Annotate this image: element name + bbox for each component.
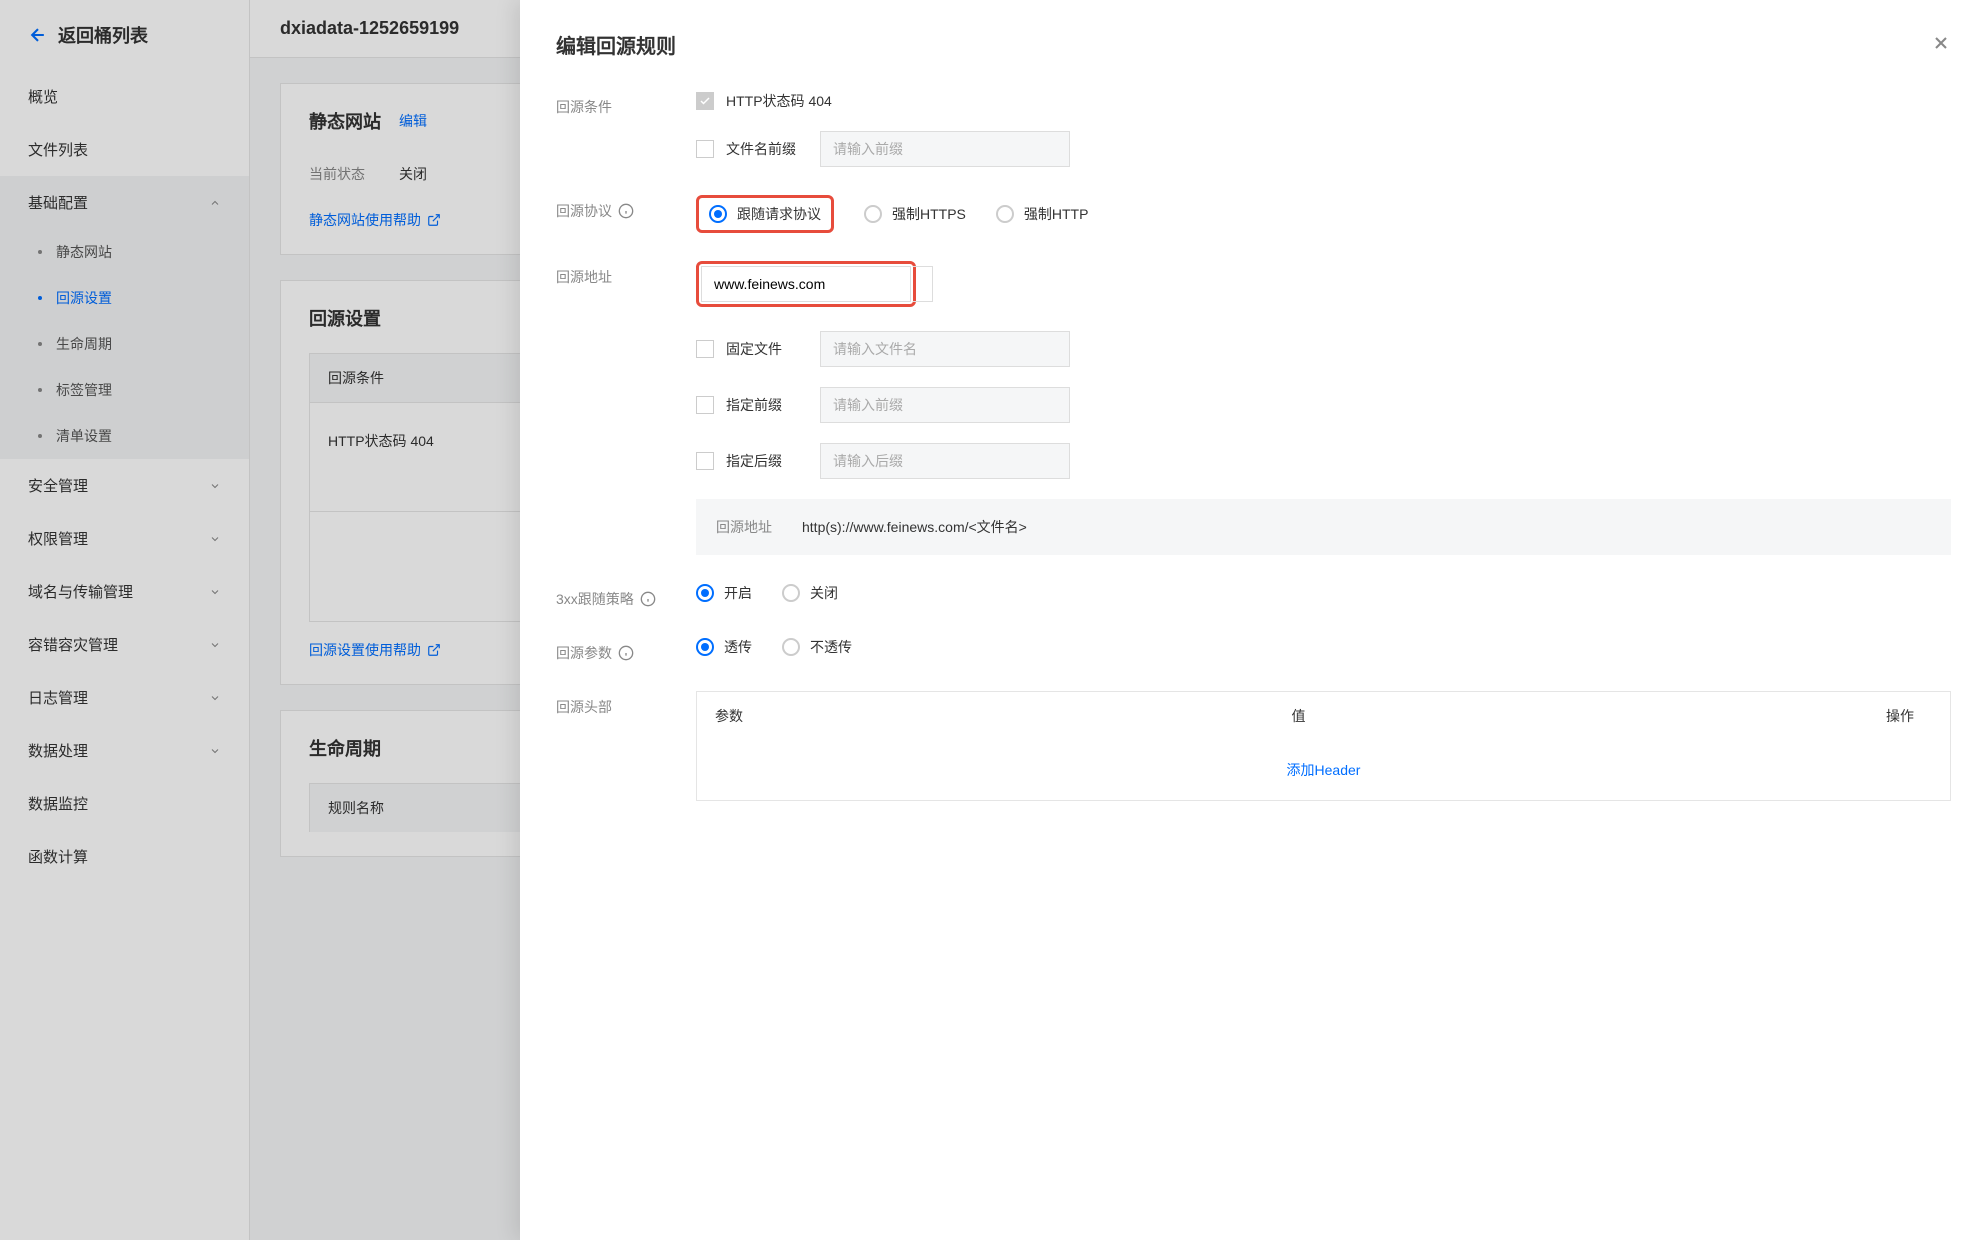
fixed-file-label: 固定文件 (726, 339, 806, 359)
protocol-http-radio[interactable]: 强制HTTP (996, 204, 1089, 224)
filename-prefix-input[interactable] (820, 131, 1070, 167)
spec-suffix-checkbox[interactable] (696, 452, 714, 470)
http404-checkbox[interactable] (696, 92, 714, 110)
protocol-follow-radio[interactable]: 跟随请求协议 (709, 204, 821, 224)
fixed-file-input[interactable] (820, 331, 1070, 367)
modal-title: 编辑回源规则 (556, 30, 676, 59)
info-icon[interactable] (640, 591, 656, 607)
origin-address-input[interactable] (701, 266, 911, 302)
address-highlight (696, 261, 916, 307)
protocol-highlight: 跟随请求协议 (696, 195, 834, 233)
follow3xx-on-radio[interactable]: 开启 (696, 583, 752, 603)
th-value: 值 (1274, 692, 1851, 740)
params-nopass-radio[interactable]: 不透传 (782, 637, 852, 657)
protocol-label: 回源协议 (556, 195, 696, 221)
add-header-button[interactable]: 添加Header (697, 740, 1950, 800)
follow3xx-off-radio[interactable]: 关闭 (782, 583, 838, 603)
params-label: 回源参数 (556, 637, 696, 663)
close-button[interactable] (1931, 33, 1951, 56)
spec-prefix-checkbox[interactable] (696, 396, 714, 414)
headers-table: 参数 值 操作 添加Header (696, 691, 1951, 801)
close-icon (1931, 33, 1951, 53)
follow3xx-label: 3xx跟随策略 (556, 583, 696, 609)
spec-suffix-input[interactable] (820, 443, 1070, 479)
http404-label: HTTP状态码 404 (726, 91, 832, 111)
address-label: 回源地址 (556, 261, 696, 287)
condition-label: 回源条件 (556, 91, 696, 117)
spec-suffix-label: 指定后缀 (726, 451, 806, 471)
check-icon (699, 95, 711, 107)
spec-prefix-label: 指定前缀 (726, 395, 806, 415)
th-action: 操作 (1850, 692, 1950, 740)
th-param: 参数 (697, 692, 1274, 740)
params-pass-radio[interactable]: 透传 (696, 637, 752, 657)
filename-prefix-checkbox[interactable] (696, 140, 714, 158)
address-preview-value: http(s)://www.feinews.com/<文件名> (802, 517, 1027, 537)
filename-prefix-label: 文件名前缀 (726, 139, 806, 159)
headers-label: 回源头部 (556, 691, 696, 717)
spec-prefix-input[interactable] (820, 387, 1070, 423)
protocol-https-radio[interactable]: 强制HTTPS (864, 204, 966, 224)
info-icon[interactable] (618, 645, 634, 661)
edit-origin-rule-modal: 编辑回源规则 回源条件 HTTP状态码 404 (520, 0, 1987, 1240)
fixed-file-checkbox[interactable] (696, 340, 714, 358)
info-icon[interactable] (618, 203, 634, 219)
address-preview: 回源地址 http(s)://www.feinews.com/<文件名> (696, 499, 1951, 555)
